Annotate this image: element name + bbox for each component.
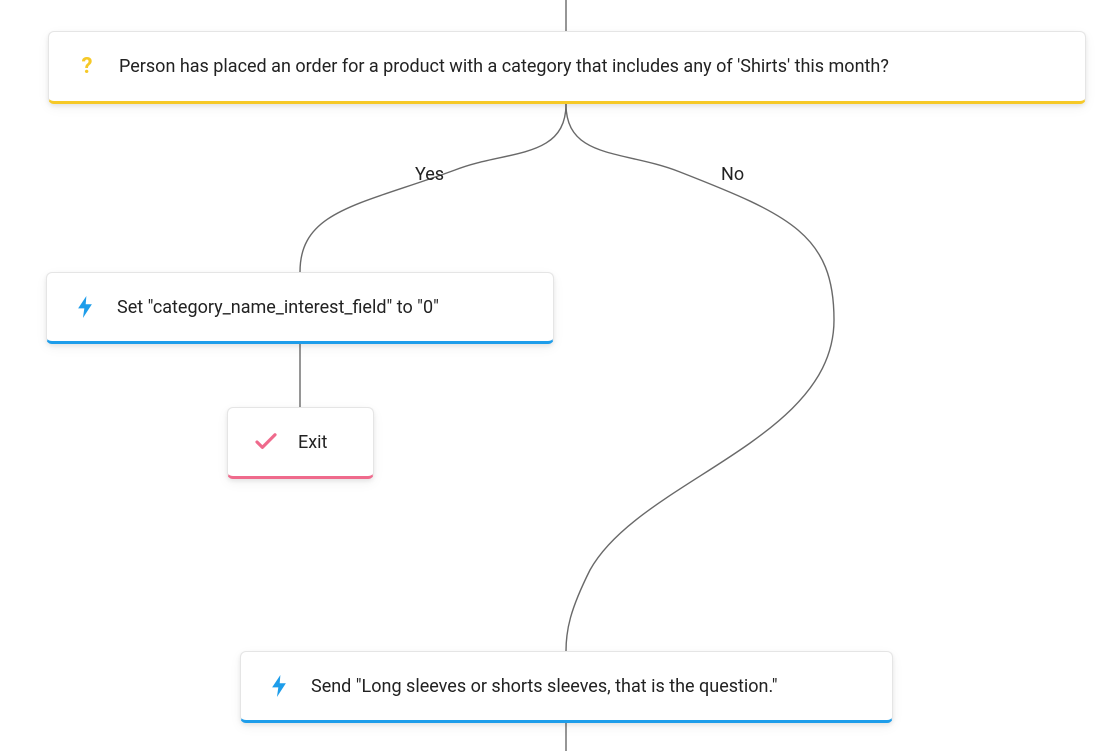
flow-connectors (0, 0, 1116, 751)
condition-node[interactable]: ? Person has placed an order for a produ… (48, 31, 1086, 104)
bolt-icon (265, 675, 293, 697)
exit-node[interactable]: Exit (227, 407, 374, 479)
question-icon: ? (73, 54, 101, 79)
action-send-label: Send "Long sleeves or shorts sleeves, th… (311, 676, 868, 697)
action-send-node[interactable]: Send "Long sleeves or shorts sleeves, th… (240, 651, 893, 723)
branch-label-yes: Yes (415, 164, 444, 185)
check-icon (252, 433, 280, 451)
action-set-field-node[interactable]: Set "category_name_interest_field" to "0… (46, 272, 554, 344)
branch-label-no: No (721, 164, 744, 185)
exit-label: Exit (298, 432, 349, 453)
condition-label: Person has placed an order for a product… (119, 56, 1061, 77)
action-set-field-label: Set "category_name_interest_field" to "0… (117, 297, 529, 318)
bolt-icon (71, 296, 99, 318)
